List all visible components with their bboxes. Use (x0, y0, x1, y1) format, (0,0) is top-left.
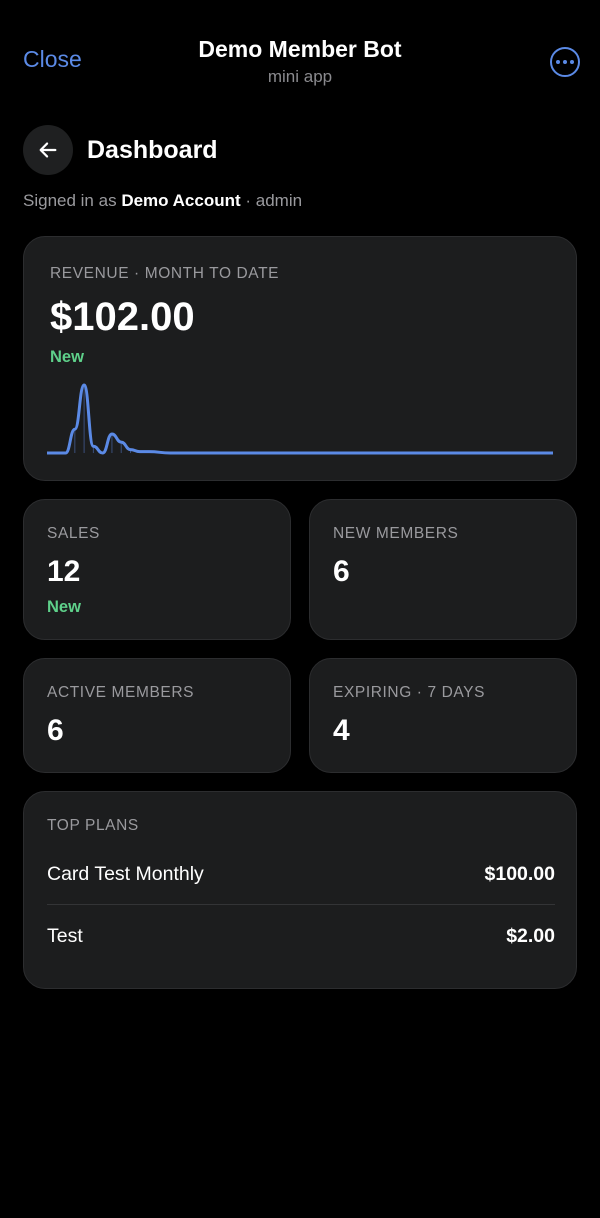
app-title: Demo Member Bot (198, 36, 402, 62)
plan-name: Test (47, 925, 83, 947)
sparkline-line (47, 383, 553, 455)
arrow-left-icon (39, 142, 57, 158)
plan-row[interactable]: Test $2.00 (47, 925, 555, 948)
plan-divider (47, 904, 555, 905)
revenue-new-badge: New (50, 348, 84, 366)
top-plans-label: TOP PLANS (47, 817, 139, 834)
app-subtitle: mini app (267, 67, 333, 86)
active-members-label: ACTIVE MEMBERS (47, 684, 195, 701)
plan-price: $100.00 (484, 863, 556, 885)
more-icon-dot (570, 60, 574, 64)
sales-new-badge: New (47, 598, 81, 616)
more-icon (556, 60, 560, 64)
account-role: · admin (245, 191, 303, 210)
sales-card[interactable]: SALES 12 New (23, 499, 291, 640)
revenue-value: $102.00 (50, 295, 195, 339)
revenue-label: REVENUE · MONTH TO DATE (50, 265, 280, 282)
back-button[interactable] (23, 125, 73, 175)
signed-in-text: Signed in as Demo Account · admin (23, 191, 302, 211)
plan-price: $2.00 (506, 925, 555, 947)
page-title: Dashboard (87, 135, 218, 164)
new-members-value: 6 (333, 555, 350, 588)
top-bar: Close Demo Member Bot mini app (0, 0, 600, 110)
active-members-card[interactable]: ACTIVE MEMBERS 6 (23, 658, 291, 773)
plan-row[interactable]: Card Test Monthly $100.00 (47, 863, 555, 886)
expiring-card[interactable]: EXPIRING · 7 DAYS 4 (309, 658, 577, 773)
signed-in-prefix: Signed in as (23, 191, 117, 210)
revenue-sparkline (47, 383, 553, 455)
top-plans-card: TOP PLANS Card Test Monthly $100.00 Test… (23, 791, 577, 989)
page-header: Dashboard (23, 125, 218, 175)
active-members-value: 6 (47, 714, 64, 747)
more-options-button[interactable] (550, 47, 580, 77)
expiring-value: 4 (333, 714, 350, 747)
more-icon-dot (563, 60, 567, 64)
title-block: Demo Member Bot mini app (0, 36, 600, 87)
account-name: Demo Account (121, 191, 241, 210)
new-members-card[interactable]: NEW MEMBERS 6 (309, 499, 577, 640)
plan-name: Card Test Monthly (47, 863, 204, 885)
new-members-label: NEW MEMBERS (333, 525, 459, 542)
sales-value: 12 (47, 555, 81, 588)
sales-label: SALES (47, 525, 100, 542)
expiring-label: EXPIRING · 7 DAYS (333, 684, 486, 701)
revenue-card[interactable]: REVENUE · MONTH TO DATE $102.00 New (23, 236, 577, 481)
